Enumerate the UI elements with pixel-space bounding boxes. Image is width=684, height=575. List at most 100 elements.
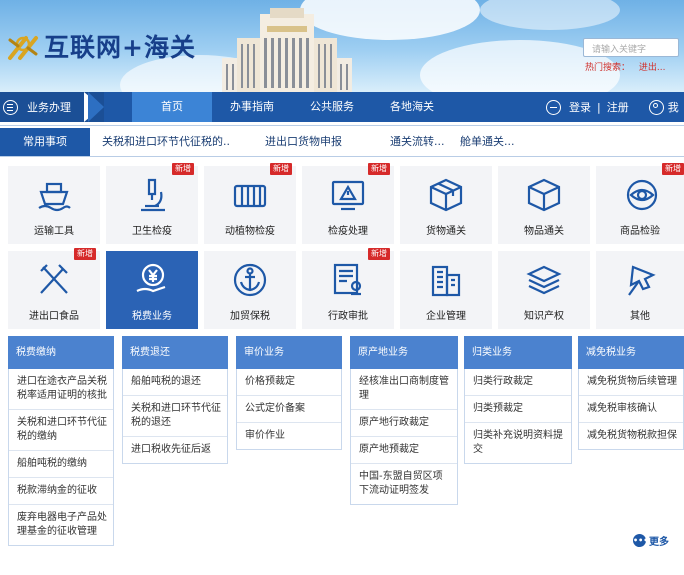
microscope-icon <box>141 178 165 212</box>
tile-label: 检疫处理 <box>328 226 368 237</box>
tile-transport[interactable]: 运输工具 <box>8 166 100 244</box>
nav-item-guide[interactable]: 办事指南 <box>212 92 292 122</box>
list-item[interactable]: 原产地行政裁定 <box>351 410 457 437</box>
column-classification: 归类业务 归类行政裁定 归类预裁定 归类补充说明资料提交 <box>464 336 572 464</box>
list-item[interactable]: 船舶吨税的缴纳 <box>9 451 113 478</box>
list-item[interactable]: 价格预裁定 <box>237 369 341 396</box>
pin-icon <box>628 265 656 296</box>
tile-commodity-inspection[interactable]: 新增 商品检验 <box>596 163 684 244</box>
column-header[interactable]: 减免税业务 <box>578 336 684 369</box>
column-header[interactable]: 税费缴纳 <box>8 336 114 369</box>
hot-search-label: 热门搜索： <box>585 63 631 73</box>
tile-other[interactable]: 其他 <box>596 251 684 329</box>
list-item[interactable]: 减免税审核确认 <box>579 396 683 423</box>
column-origin: 原产地业务 经核准出口商制度管理 原产地行政裁定 原产地预裁定 中国-东盟自贸区… <box>350 336 458 505</box>
list-item[interactable]: 税款滞纳金的征收 <box>9 478 113 505</box>
nav-item-home[interactable]: 首页 <box>132 92 212 122</box>
menu-icon <box>3 99 18 115</box>
tile-label: 进出口食品 <box>29 311 79 322</box>
more-dots-icon: ••• <box>633 534 649 547</box>
tile-article-clearance[interactable]: 物品通关 <box>498 166 590 244</box>
nav-item-public-service[interactable]: 公共服务 <box>292 92 372 122</box>
search-input[interactable]: 请输入关键字 <box>583 38 679 57</box>
column-header[interactable]: 原产地业务 <box>350 336 458 369</box>
tab-common-items[interactable]: 常用事项 <box>0 128 90 156</box>
register-link[interactable]: 注册 <box>607 99 629 115</box>
tile-label: 运输工具 <box>34 226 74 237</box>
anchor-icon <box>233 263 267 297</box>
column-header[interactable]: 税费退还 <box>122 336 228 369</box>
common-link[interactable]: 进出口货物申报 <box>265 128 342 156</box>
list-item[interactable]: 进口税收先征后返 <box>123 437 227 463</box>
list-item[interactable]: 归类预裁定 <box>465 396 571 423</box>
nav-separator: | <box>597 100 601 114</box>
user-area: 登录 | 注册 我 <box>546 92 679 122</box>
list-item[interactable]: 归类补充说明资料提交 <box>465 423 571 463</box>
business-menu-label: 业务办理 <box>27 101 71 114</box>
tile-enterprise-management[interactable]: 企业管理 <box>400 251 492 329</box>
user-icon[interactable] <box>648 99 664 115</box>
new-badge: 新增 <box>662 163 684 175</box>
column-valuation: 审价业务 价格预裁定 公式定价备案 审价作业 <box>236 336 342 450</box>
common-link[interactable]: 通关流转... <box>390 128 445 156</box>
tile-intellectual-property[interactable]: 知识产权 <box>498 251 590 329</box>
more-label: 更多 <box>649 537 669 548</box>
list-item[interactable]: 关税和进口环节代征税的缴纳 <box>9 410 113 451</box>
tile-animal-plant-quarantine[interactable]: 新增 动植物检疫 <box>204 163 296 244</box>
tile-label: 物品通关 <box>524 226 564 237</box>
header-banner: 互联网+海关 请输入关键字 热门搜索： 进出... <box>0 0 684 92</box>
warning-monitor-icon <box>331 180 365 211</box>
list-item[interactable]: 原产地预裁定 <box>351 437 457 464</box>
new-badge: 新增 <box>368 163 390 175</box>
nav-item-local-customs[interactable]: 各地海关 <box>372 92 452 122</box>
tile-administrative-approval[interactable]: 新增 行政审批 <box>302 248 394 329</box>
my-link[interactable]: 我 <box>668 99 679 115</box>
tile-import-export-food[interactable]: 新增 进出口食品 <box>8 248 100 329</box>
common-link[interactable]: 关税和进口环节代征税的.. <box>102 128 230 156</box>
new-badge: 新增 <box>270 163 292 175</box>
column-header[interactable]: 审价业务 <box>236 336 342 369</box>
new-badge: 新增 <box>368 248 390 260</box>
tile-label: 商品检验 <box>620 226 660 237</box>
cube-icon <box>527 178 561 212</box>
chat-icon[interactable] <box>546 99 561 115</box>
tile-tax-business[interactable]: 税费业务 <box>106 251 198 329</box>
list-item[interactable]: 审价作业 <box>237 423 341 449</box>
login-link[interactable]: 登录 <box>569 99 591 115</box>
list-item[interactable]: 废弃电器电子产品处理基金的征收管理 <box>9 505 113 545</box>
list-item[interactable]: 减免税货物后续管理 <box>579 369 683 396</box>
document-stamp-icon <box>333 263 362 296</box>
column-tax-reduction: 减免税业务 减免税货物后续管理 减免税审核确认 减免税货物税款担保 <box>578 336 684 450</box>
tile-label: 企业管理 <box>426 311 466 322</box>
customs-emblem-icon <box>8 36 38 60</box>
page: 互联网+海关 请输入关键字 热门搜索： 进出... 业务办理 首页 办事指南 公… <box>0 0 684 575</box>
list-item[interactable]: 减免税货物税款担保 <box>579 423 683 449</box>
more-link[interactable]: ••• 更多 <box>633 533 669 548</box>
building-icon <box>431 265 461 297</box>
list-item[interactable]: 公式定价备案 <box>237 396 341 423</box>
common-link[interactable]: 舱单通关... <box>460 128 515 156</box>
logo-text: 互联网+海关 <box>44 33 196 62</box>
tile-label: 知识产权 <box>524 311 564 322</box>
hot-search-link[interactable]: 进出... <box>639 63 666 73</box>
column-header[interactable]: 归类业务 <box>464 336 572 369</box>
list-item[interactable]: 归类行政裁定 <box>465 369 571 396</box>
list-item[interactable]: 关税和进口环节代征税的退还 <box>123 396 227 437</box>
box-icon <box>429 178 463 212</box>
tile-health-quarantine[interactable]: 新增 卫生检疫 <box>106 163 198 244</box>
list-item[interactable]: 经核准出口商制度管理 <box>351 369 457 410</box>
yuan-hand-icon <box>136 263 166 293</box>
tile-label: 其他 <box>630 311 650 322</box>
list-item[interactable]: 进口在途衣产品关税税率适用证明的核批 <box>9 369 113 410</box>
tile-processing-trade-bonded[interactable]: 加贸保税 <box>204 251 296 329</box>
hot-search: 热门搜索： 进出... <box>585 60 671 73</box>
new-badge: 新增 <box>74 248 96 260</box>
list-item[interactable]: 中国-东盟自贸区项下流动证明签发 <box>351 464 457 504</box>
tile-label: 税费业务 <box>132 311 172 322</box>
tile-quarantine-treatment[interactable]: 新增 检疫处理 <box>302 163 394 244</box>
site-logo[interactable]: 互联网+海关 <box>6 28 196 64</box>
tile-cargo-clearance[interactable]: 货物通关 <box>400 166 492 244</box>
common-items-bar: 常用事项 关税和进口环节代征税的.. 进出口货物申报 通关流转... 舱单通关.… <box>0 125 684 157</box>
tile-label: 货物通关 <box>426 226 466 237</box>
list-item[interactable]: 船舶吨税的退还 <box>123 369 227 396</box>
